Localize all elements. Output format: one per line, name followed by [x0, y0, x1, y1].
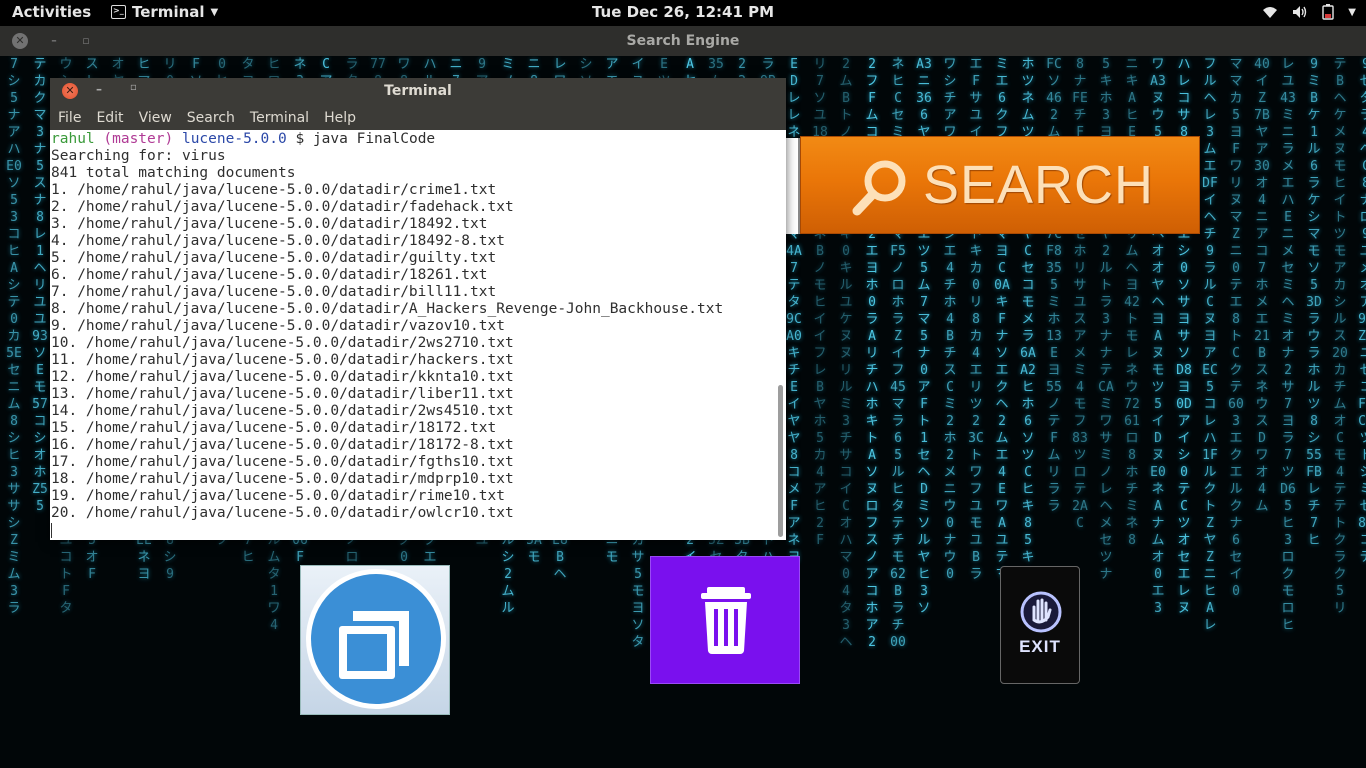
- output-line: 2. /home/rahul/java/lucene-5.0.0/datadir…: [51, 199, 514, 215]
- terminal-title: Terminal: [384, 83, 452, 99]
- output-lines: Searching for: virus 841 total matching d…: [51, 148, 776, 522]
- matrix-column: ママカ 5ヨF ワ リヌマZニ0 テエ8トCクテ 603エクエルクナ6セ イ0: [1228, 57, 1244, 599]
- terminal-window[interactable]: ✕ – ▫ Terminal File Edit View Search Ter…: [50, 78, 786, 540]
- output-line: 4. /home/rahul/java/lucene-5.0.0/datadir…: [51, 233, 505, 249]
- hand-stop-icon: [1020, 591, 1062, 633]
- magnifier-icon: [852, 160, 906, 216]
- output-line: 16. /home/rahul/java/lucene-5.0.0/datadi…: [51, 437, 514, 453]
- matrix-column: 8ナFEチFレ ソロ9288セホ リ サ ユスアメミ 4モフ83ツロテ2A C: [1072, 57, 1088, 531]
- matrix-column: E Dレレネ5ヒフカハマ4A7テ タ 9CA0キチ Eイヤヤ8コ メFア ネヨ: [786, 57, 802, 565]
- menu-edit[interactable]: Edit: [96, 110, 123, 126]
- prompt-user: rahul: [51, 131, 95, 147]
- terminal-menubar: File Edit View Search Terminal Help: [50, 106, 786, 130]
- output-line: 20. /home/rahul/java/lucene-5.0.0/datadi…: [51, 505, 514, 521]
- output-line: 12. /home/rahul/java/lucene-5.0.0/datadi…: [51, 369, 514, 385]
- app-menu-label: Terminal: [132, 3, 205, 21]
- wifi-icon: [1263, 7, 1278, 18]
- volume-icon: [1293, 6, 1307, 18]
- system-tray[interactable]: ▼: [1262, 4, 1356, 20]
- matrix-column: 40イ Z 7Bヤア 30オ4ニ ア コ7ホメエ21Bス ネ ウスDワオ4 ム: [1254, 57, 1270, 514]
- prompt-line: rahul (master) lucene-5.0.0 $ java Final…: [51, 131, 776, 148]
- output-line: Searching for: virus: [51, 148, 226, 164]
- activities-button[interactable]: Activities: [12, 3, 91, 21]
- new-window-button[interactable]: [300, 565, 450, 715]
- terminal-titlebar[interactable]: ✕ – ▫ Terminal: [50, 78, 786, 106]
- app-window-titlebar: ✕ – ▫ Search Engine: [0, 26, 1366, 56]
- output-line: 3. /home/rahul/java/lucene-5.0.0/datadir…: [51, 216, 488, 232]
- matrix-column: テBヘケメヌモヒイ ト ツモア カシルス20カチムオC モ4テテトクラク5 リ: [1332, 57, 1348, 616]
- matrix-column: ニキ AヒE ハF0カ0ナ リ ムヘヨ42トモレネ ウ7261 ロ8 ホチミネ8: [1124, 57, 1140, 548]
- prompt-symbol: $: [295, 131, 305, 147]
- text-cursor: [51, 522, 52, 538]
- prompt-branch: (master): [103, 131, 174, 147]
- output-line: 14. /home/rahul/java/lucene-5.0.0/datadi…: [51, 403, 514, 419]
- terminal-app-icon: >_: [111, 5, 126, 19]
- matrix-column: FCソ462 ム5BD メ71ネ7CF8355 ミ ホ13Eヨ55ノテFム リラ…: [1046, 57, 1062, 514]
- menu-terminal[interactable]: Terminal: [250, 110, 309, 126]
- matrix-column: テ カクマ3 ナ5スナ8レ1 ヘリユ ユ93ソ Eモ 57コ シオホZ55: [32, 57, 48, 514]
- chevron-down-icon: ▼: [1348, 6, 1356, 18]
- exit-button[interactable]: EXIT: [1000, 566, 1080, 684]
- search-button-label: SEARCH: [923, 155, 1155, 215]
- output-line: 18. /home/rahul/java/lucene-5.0.0/datadi…: [51, 471, 514, 487]
- battery-icon: [1322, 4, 1334, 20]
- matrix-column: レユ43ミニラメエハEニメセミ ヘミ オナ2サ7ヨ ラ7ツD65 ヒ 3ロクモロ…: [1280, 57, 1296, 633]
- matrix-column: 7シ5ナアハ E0ソ 5 3コヒAシテ0カ5Eセニム8シ ヒ3ササシZミ ム3ラ: [6, 57, 22, 616]
- menu-view[interactable]: View: [139, 110, 172, 126]
- window-restore-icon: [306, 569, 446, 709]
- terminal-output[interactable]: rahul (master) lucene-5.0.0 $ java Final…: [50, 130, 776, 540]
- menu-help[interactable]: Help: [324, 110, 356, 126]
- window-title: Search Engine: [626, 33, 740, 49]
- prompt-dir: lucene-5.0.0: [181, 131, 287, 147]
- output-line: 9. /home/rahul/java/lucene-5.0.0/datadir…: [51, 318, 505, 334]
- top-bar: Activities >_ Terminal ▼ Tue Dec 26, 12:…: [0, 0, 1366, 26]
- output-line: 10. /home/rahul/java/lucene-5.0.0/datadi…: [51, 335, 514, 351]
- terminal-scrollbar[interactable]: [776, 130, 786, 540]
- output-line: 15. /home/rahul/java/lucene-5.0.0/datadi…: [51, 420, 497, 436]
- chevron-down-icon: ▼: [210, 6, 219, 18]
- search-button[interactable]: SEARCH: [800, 136, 1200, 234]
- matrix-column: 9 ミBケ1ル6ラ ケシマモ ソ 5 3Dラウラホル ツ 8シ55 FB レチ7…: [1306, 57, 1322, 548]
- output-line: 13. /home/rahul/java/lucene-5.0.0/datadi…: [51, 386, 514, 402]
- cursor-line: [51, 522, 776, 539]
- output-line: 17. /home/rahul/java/lucene-5.0.0/datadi…: [51, 454, 514, 470]
- matrix-column: 9セタラ4 ヘC 8ナロ 9ユメオア 92ZAニセコF7CDツ トシ ミセ8Bコ…: [1358, 57, 1366, 565]
- delete-button[interactable]: [650, 556, 800, 684]
- exit-label: EXIT: [1019, 637, 1061, 656]
- scrollbar-thumb[interactable]: [778, 385, 783, 537]
- output-line: 11. /home/rahul/java/lucene-5.0.0/datadi…: [51, 352, 514, 368]
- output-line: 841 total matching documents: [51, 165, 296, 181]
- output-line: 7. /home/rahul/java/lucene-5.0.0/datadir…: [51, 284, 497, 300]
- prompt-command: java FinalCode: [312, 131, 436, 147]
- search-input[interactable]: [785, 138, 800, 234]
- menu-file[interactable]: File: [58, 110, 81, 126]
- output-line: 5. /home/rahul/java/lucene-5.0.0/datadir…: [51, 250, 497, 266]
- clock[interactable]: Tue Dec 26, 12:41 PM: [592, 3, 774, 21]
- output-line: 6. /home/rahul/java/lucene-5.0.0/datadir…: [51, 267, 488, 283]
- menu-search[interactable]: Search: [187, 110, 235, 126]
- app-menu[interactable]: >_ Terminal ▼: [111, 3, 218, 21]
- output-line: 19. /home/rahul/java/lucene-5.0.0/datadi…: [51, 488, 505, 504]
- matrix-column: リ 7 ソユ18カ3ワシEネ B ノモ ヒイイフレBヤホ5カ4ア ヒ2 F: [812, 57, 828, 548]
- output-line: 8. /home/rahul/java/lucene-5.0.0/datadir…: [51, 301, 724, 317]
- output-line: 1. /home/rahul/java/lucene-5.0.0/datadir…: [51, 182, 497, 198]
- trash-icon: [701, 587, 751, 654]
- matrix-column: フルヘレ3ムエDFイヘチ9ラルC ヌヨアEC5コレ ハ1F ルク トZヤZニヒA…: [1202, 57, 1218, 633]
